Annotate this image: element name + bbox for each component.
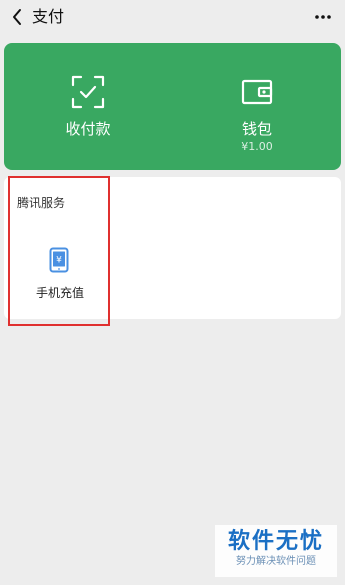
chevron-left-icon [13,9,21,25]
tencent-services-card: 腾讯服务 ¥ 手机充值 [4,177,341,319]
mobile-recharge-button[interactable]: ¥ 手机充值 [18,243,102,303]
more-button[interactable] [311,6,335,28]
receive-pay-label: 收付款 [65,120,111,138]
wallet-label: 钱包 [241,120,272,138]
top-bar: 支付 [0,0,345,36]
watermark-title: 软件无忧 [227,529,324,554]
back-button[interactable] [6,6,28,28]
phone-yuan-icon: ¥ [49,247,69,273]
section-title: 腾讯服务 [17,196,66,210]
mobile-recharge-label: 手机充值 [35,286,84,300]
page-title: 支付 [32,7,65,26]
pay-card: 收付款 钱包 ¥1.00 [4,43,341,170]
scan-check-icon [71,75,105,109]
wallet-icon [241,79,273,105]
receive-pay-button[interactable]: 收付款 [4,43,172,170]
svg-text:¥: ¥ [56,256,62,266]
wallet-button[interactable]: 钱包 ¥1.00 [173,43,341,170]
more-dots-icon [315,15,331,19]
watermark: 软件无忧 努力解决软件问题 [215,525,337,577]
watermark-subtitle: 努力解决软件问题 [236,556,316,567]
wallet-balance: ¥1.00 [241,140,273,153]
